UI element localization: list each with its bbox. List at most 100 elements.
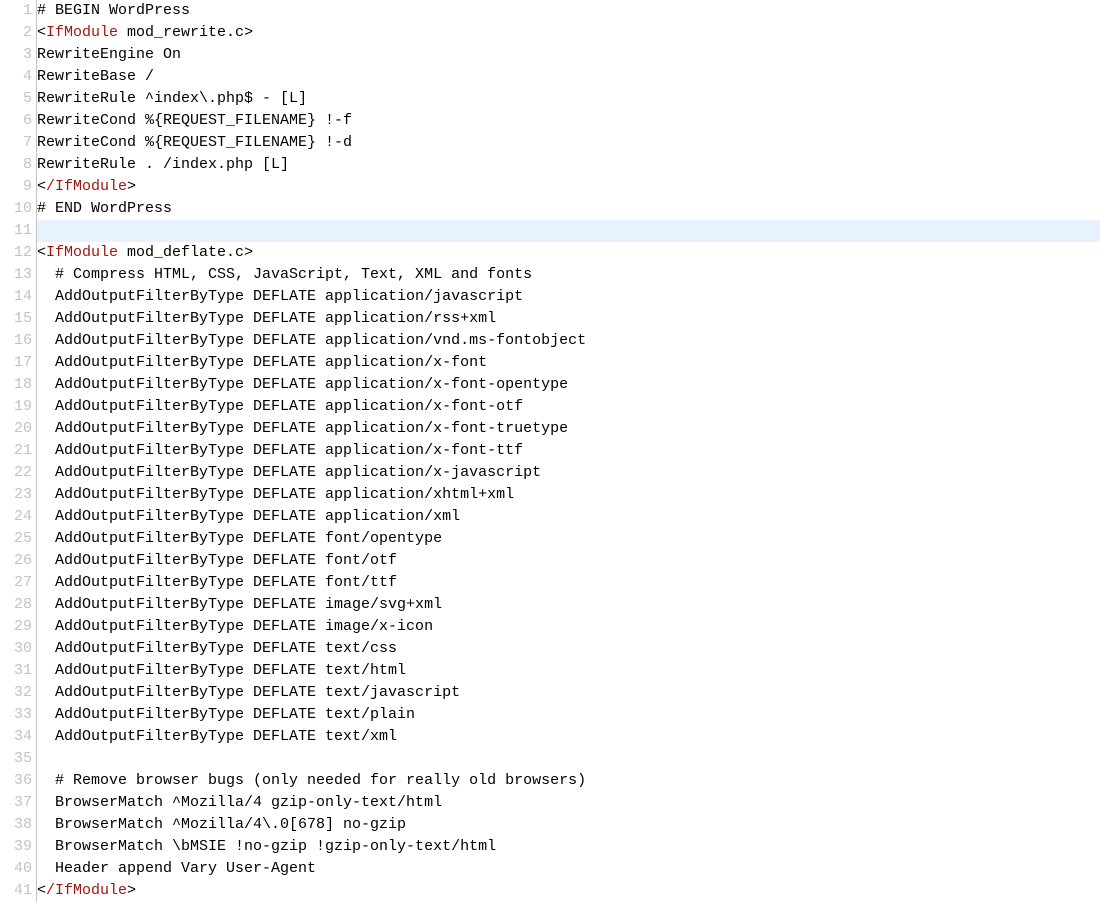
code-line[interactable]: # END WordPress: [37, 198, 1100, 220]
code-line[interactable]: BrowserMatch ^Mozilla/4\.0[678] no-gzip: [37, 814, 1100, 836]
code-line[interactable]: AddOutputFilterByType DEFLATE text/css: [37, 638, 1100, 660]
code-line[interactable]: [37, 220, 1100, 242]
code-line[interactable]: RewriteRule ^index\.php$ - [L]: [37, 88, 1100, 110]
code-line[interactable]: RewriteCond %{REQUEST_FILENAME} !-f: [37, 110, 1100, 132]
line-number: 20: [0, 418, 32, 440]
code-token: AddOutputFilterByType DEFLATE applicatio…: [37, 420, 568, 437]
code-token: AddOutputFilterByType DEFLATE applicatio…: [37, 332, 586, 349]
code-line[interactable]: BrowserMatch \bMSIE !no-gzip !gzip-only-…: [37, 836, 1100, 858]
code-token: BrowserMatch ^Mozilla/4\.0[678] no-gzip: [37, 816, 406, 833]
code-line[interactable]: AddOutputFilterByType DEFLATE applicatio…: [37, 462, 1100, 484]
code-line[interactable]: </IfModule>: [37, 176, 1100, 198]
code-line[interactable]: AddOutputFilterByType DEFLATE text/html: [37, 660, 1100, 682]
code-line[interactable]: RewriteEngine On: [37, 44, 1100, 66]
line-number: 38: [0, 814, 32, 836]
line-number: 33: [0, 704, 32, 726]
code-line[interactable]: AddOutputFilterByType DEFLATE applicatio…: [37, 330, 1100, 352]
code-token: AddOutputFilterByType DEFLATE applicatio…: [37, 464, 541, 481]
code-token: AddOutputFilterByType DEFLATE applicatio…: [37, 486, 514, 503]
code-line[interactable]: <IfModule mod_rewrite.c>: [37, 22, 1100, 44]
line-number: 19: [0, 396, 32, 418]
code-token: AddOutputFilterByType DEFLATE applicatio…: [37, 508, 460, 525]
code-line[interactable]: AddOutputFilterByType DEFLATE text/xml: [37, 726, 1100, 748]
code-line[interactable]: [37, 748, 1100, 770]
code-line[interactable]: AddOutputFilterByType DEFLATE applicatio…: [37, 506, 1100, 528]
code-token: AddOutputFilterByType DEFLATE applicatio…: [37, 376, 568, 393]
code-token: RewriteEngine On: [37, 46, 181, 63]
line-number: 15: [0, 308, 32, 330]
code-line[interactable]: AddOutputFilterByType DEFLATE applicatio…: [37, 440, 1100, 462]
code-token: BrowserMatch \bMSIE !no-gzip !gzip-only-…: [37, 838, 496, 855]
code-line[interactable]: RewriteRule . /index.php [L]: [37, 154, 1100, 176]
code-line[interactable]: AddOutputFilterByType DEFLATE font/opent…: [37, 528, 1100, 550]
code-line[interactable]: </IfModule>: [37, 880, 1100, 902]
line-number: 28: [0, 594, 32, 616]
code-area[interactable]: # BEGIN WordPress<IfModule mod_rewrite.c…: [37, 0, 1100, 902]
line-number: 29: [0, 616, 32, 638]
code-line[interactable]: AddOutputFilterByType DEFLATE text/javas…: [37, 682, 1100, 704]
line-number: 35: [0, 748, 32, 770]
code-token: mod_deflate.c: [118, 244, 244, 261]
code-line[interactable]: AddOutputFilterByType DEFLATE image/svg+…: [37, 594, 1100, 616]
code-line[interactable]: AddOutputFilterByType DEFLATE applicatio…: [37, 418, 1100, 440]
line-number: 13: [0, 264, 32, 286]
code-token: AddOutputFilterByType DEFLATE font/ttf: [37, 574, 397, 591]
code-line[interactable]: AddOutputFilterByType DEFLATE applicatio…: [37, 308, 1100, 330]
code-line[interactable]: Header append Vary User-Agent: [37, 858, 1100, 880]
code-line[interactable]: AddOutputFilterByType DEFLATE applicatio…: [37, 484, 1100, 506]
line-number: 12: [0, 242, 32, 264]
line-number: 1: [0, 0, 32, 22]
code-line[interactable]: AddOutputFilterByType DEFLATE applicatio…: [37, 374, 1100, 396]
code-token: /: [46, 178, 55, 195]
code-token: BrowserMatch ^Mozilla/4 gzip-only-text/h…: [37, 794, 442, 811]
code-line[interactable]: # Remove browser bugs (only needed for r…: [37, 770, 1100, 792]
line-number: 37: [0, 792, 32, 814]
code-line[interactable]: AddOutputFilterByType DEFLATE applicatio…: [37, 352, 1100, 374]
line-number: 31: [0, 660, 32, 682]
code-token: <: [37, 244, 46, 261]
code-token: RewriteBase /: [37, 68, 154, 85]
line-number: 7: [0, 132, 32, 154]
code-token: RewriteCond %{REQUEST_FILENAME} !-f: [37, 112, 352, 129]
code-line[interactable]: <IfModule mod_deflate.c>: [37, 242, 1100, 264]
code-token: <: [37, 178, 46, 195]
code-token: IfModule: [46, 244, 118, 261]
line-number: 2: [0, 22, 32, 44]
line-number: 18: [0, 374, 32, 396]
code-line[interactable]: AddOutputFilterByType DEFLATE text/plain: [37, 704, 1100, 726]
code-line[interactable]: RewriteCond %{REQUEST_FILENAME} !-d: [37, 132, 1100, 154]
code-token: AddOutputFilterByType DEFLATE image/x-ic…: [37, 618, 433, 635]
code-token: # Remove browser bugs (only needed for r…: [37, 772, 586, 789]
code-token: AddOutputFilterByType DEFLATE applicatio…: [37, 398, 523, 415]
code-line[interactable]: AddOutputFilterByType DEFLATE image/x-ic…: [37, 616, 1100, 638]
code-line[interactable]: AddOutputFilterByType DEFLATE applicatio…: [37, 396, 1100, 418]
code-line[interactable]: BrowserMatch ^Mozilla/4 gzip-only-text/h…: [37, 792, 1100, 814]
code-editor[interactable]: 1234567891011121314151617181920212223242…: [0, 0, 1100, 902]
line-number: 30: [0, 638, 32, 660]
line-number: 39: [0, 836, 32, 858]
code-token: <: [37, 882, 46, 899]
code-token: AddOutputFilterByType DEFLATE applicatio…: [37, 442, 523, 459]
line-number: 16: [0, 330, 32, 352]
code-line[interactable]: AddOutputFilterByType DEFLATE applicatio…: [37, 286, 1100, 308]
code-token: /: [46, 882, 55, 899]
line-number: 17: [0, 352, 32, 374]
code-token: IfModule: [55, 882, 127, 899]
code-token: <: [37, 24, 46, 41]
line-number: 8: [0, 154, 32, 176]
code-line[interactable]: AddOutputFilterByType DEFLATE font/otf: [37, 550, 1100, 572]
code-line[interactable]: RewriteBase /: [37, 66, 1100, 88]
code-line[interactable]: # Compress HTML, CSS, JavaScript, Text, …: [37, 264, 1100, 286]
code-line[interactable]: AddOutputFilterByType DEFLATE font/ttf: [37, 572, 1100, 594]
code-line[interactable]: # BEGIN WordPress: [37, 0, 1100, 22]
line-number: 27: [0, 572, 32, 594]
line-number: 10: [0, 198, 32, 220]
code-token: AddOutputFilterByType DEFLATE font/otf: [37, 552, 397, 569]
code-token: RewriteRule . /index.php [L]: [37, 156, 289, 173]
code-token: IfModule: [46, 24, 118, 41]
code-token: # END WordPress: [37, 200, 172, 217]
line-number: 5: [0, 88, 32, 110]
code-token: RewriteCond %{REQUEST_FILENAME} !-d: [37, 134, 352, 151]
line-number: 25: [0, 528, 32, 550]
line-number: 6: [0, 110, 32, 132]
